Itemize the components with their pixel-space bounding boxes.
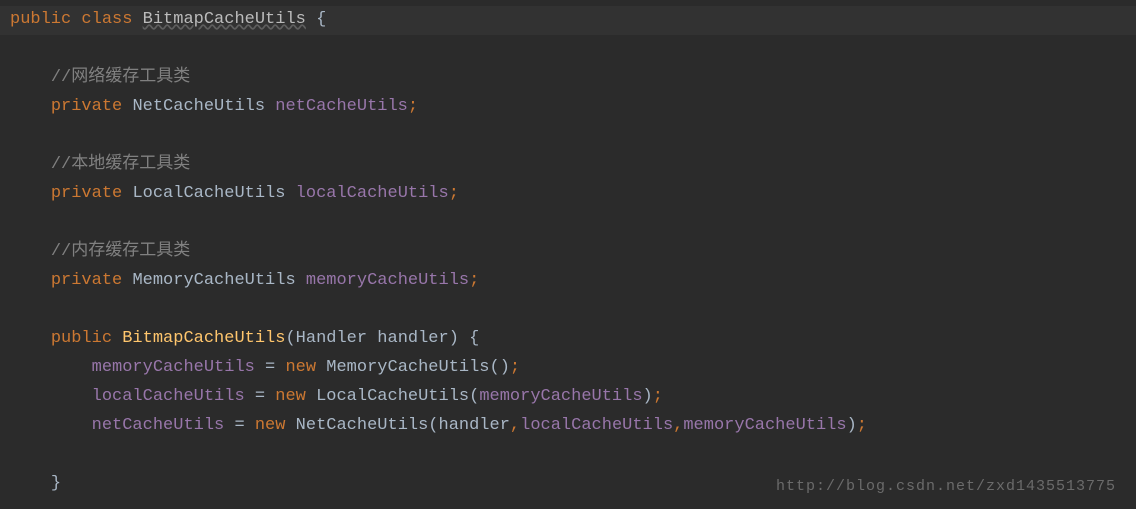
type-name: LocalCacheUtils <box>132 184 285 203</box>
field-name: memoryCacheUtils <box>306 271 469 290</box>
args: () <box>490 358 510 377</box>
class-ref: NetCacheUtils <box>296 416 429 435</box>
equals: = <box>255 358 286 377</box>
arg-ref: memoryCacheUtils <box>683 416 846 435</box>
code-line-assign[interactable]: memoryCacheUtils = new MemoryCacheUtils(… <box>10 354 1136 383</box>
param-name: handler <box>377 329 448 348</box>
keyword-public: public <box>10 10 71 29</box>
field-ref: localCacheUtils <box>92 387 245 406</box>
paren-close: ) <box>449 329 459 348</box>
comma: , <box>510 416 520 435</box>
field-name: netCacheUtils <box>275 97 408 116</box>
paren-close: ) <box>643 387 653 406</box>
arg-ref: memoryCacheUtils <box>479 387 642 406</box>
code-line-empty[interactable] <box>10 209 1136 238</box>
field-ref: memoryCacheUtils <box>92 358 255 377</box>
brace-close: } <box>51 474 61 493</box>
type-name: MemoryCacheUtils <box>132 271 295 290</box>
brace-open: { <box>459 329 479 348</box>
comment-text: //网络缓存工具类 <box>51 68 190 87</box>
brace-open: { <box>306 10 326 29</box>
code-line-field[interactable]: private MemoryCacheUtils memoryCacheUtil… <box>10 267 1136 296</box>
equals: = <box>224 416 255 435</box>
semicolon: ; <box>857 416 867 435</box>
code-line-empty[interactable] <box>10 296 1136 325</box>
arg-ref: handler <box>439 416 510 435</box>
keyword-new: new <box>255 416 286 435</box>
keyword-private: private <box>51 184 122 203</box>
code-line-field[interactable]: private NetCacheUtils netCacheUtils; <box>10 93 1136 122</box>
code-line-empty[interactable] <box>10 122 1136 151</box>
keyword-public: public <box>51 329 112 348</box>
code-line-constructor[interactable]: public BitmapCacheUtils(Handler handler)… <box>10 325 1136 354</box>
paren-open: ( <box>428 416 438 435</box>
class-ref: MemoryCacheUtils <box>326 358 489 377</box>
code-line-empty[interactable] <box>10 35 1136 64</box>
keyword-private: private <box>51 271 122 290</box>
paren-open: ( <box>285 329 295 348</box>
method-name: BitmapCacheUtils <box>122 329 285 348</box>
paren-open: ( <box>469 387 479 406</box>
code-line-class-decl[interactable]: public class BitmapCacheUtils { <box>0 6 1136 35</box>
semicolon: ; <box>408 97 418 116</box>
code-line-assign[interactable]: netCacheUtils = new NetCacheUtils(handle… <box>10 412 1136 441</box>
keyword-class: class <box>81 10 132 29</box>
code-line-empty[interactable] <box>10 441 1136 470</box>
class-name: BitmapCacheUtils <box>143 10 306 29</box>
code-line-comment[interactable]: //网络缓存工具类 <box>10 64 1136 93</box>
semicolon: ; <box>510 358 520 377</box>
comment-text: //本地缓存工具类 <box>51 155 190 174</box>
code-line-field[interactable]: private LocalCacheUtils localCacheUtils; <box>10 180 1136 209</box>
code-line-comment[interactable]: //本地缓存工具类 <box>10 151 1136 180</box>
field-ref: netCacheUtils <box>92 416 225 435</box>
semicolon: ; <box>653 387 663 406</box>
code-line-comment[interactable]: //内存缓存工具类 <box>10 238 1136 267</box>
param-type: Handler <box>296 329 367 348</box>
class-ref: LocalCacheUtils <box>316 387 469 406</box>
keyword-new: new <box>285 358 316 377</box>
watermark-text: http://blog.csdn.net/zxd1435513775 <box>776 474 1116 500</box>
paren-close: ) <box>847 416 857 435</box>
keyword-new: new <box>275 387 306 406</box>
comma: , <box>673 416 683 435</box>
type-name: NetCacheUtils <box>132 97 265 116</box>
code-line-assign[interactable]: localCacheUtils = new LocalCacheUtils(me… <box>10 383 1136 412</box>
equals: = <box>245 387 276 406</box>
comment-text: //内存缓存工具类 <box>51 242 190 261</box>
keyword-private: private <box>51 97 122 116</box>
semicolon: ; <box>449 184 459 203</box>
arg-ref: localCacheUtils <box>520 416 673 435</box>
field-name: localCacheUtils <box>296 184 449 203</box>
semicolon: ; <box>469 271 479 290</box>
